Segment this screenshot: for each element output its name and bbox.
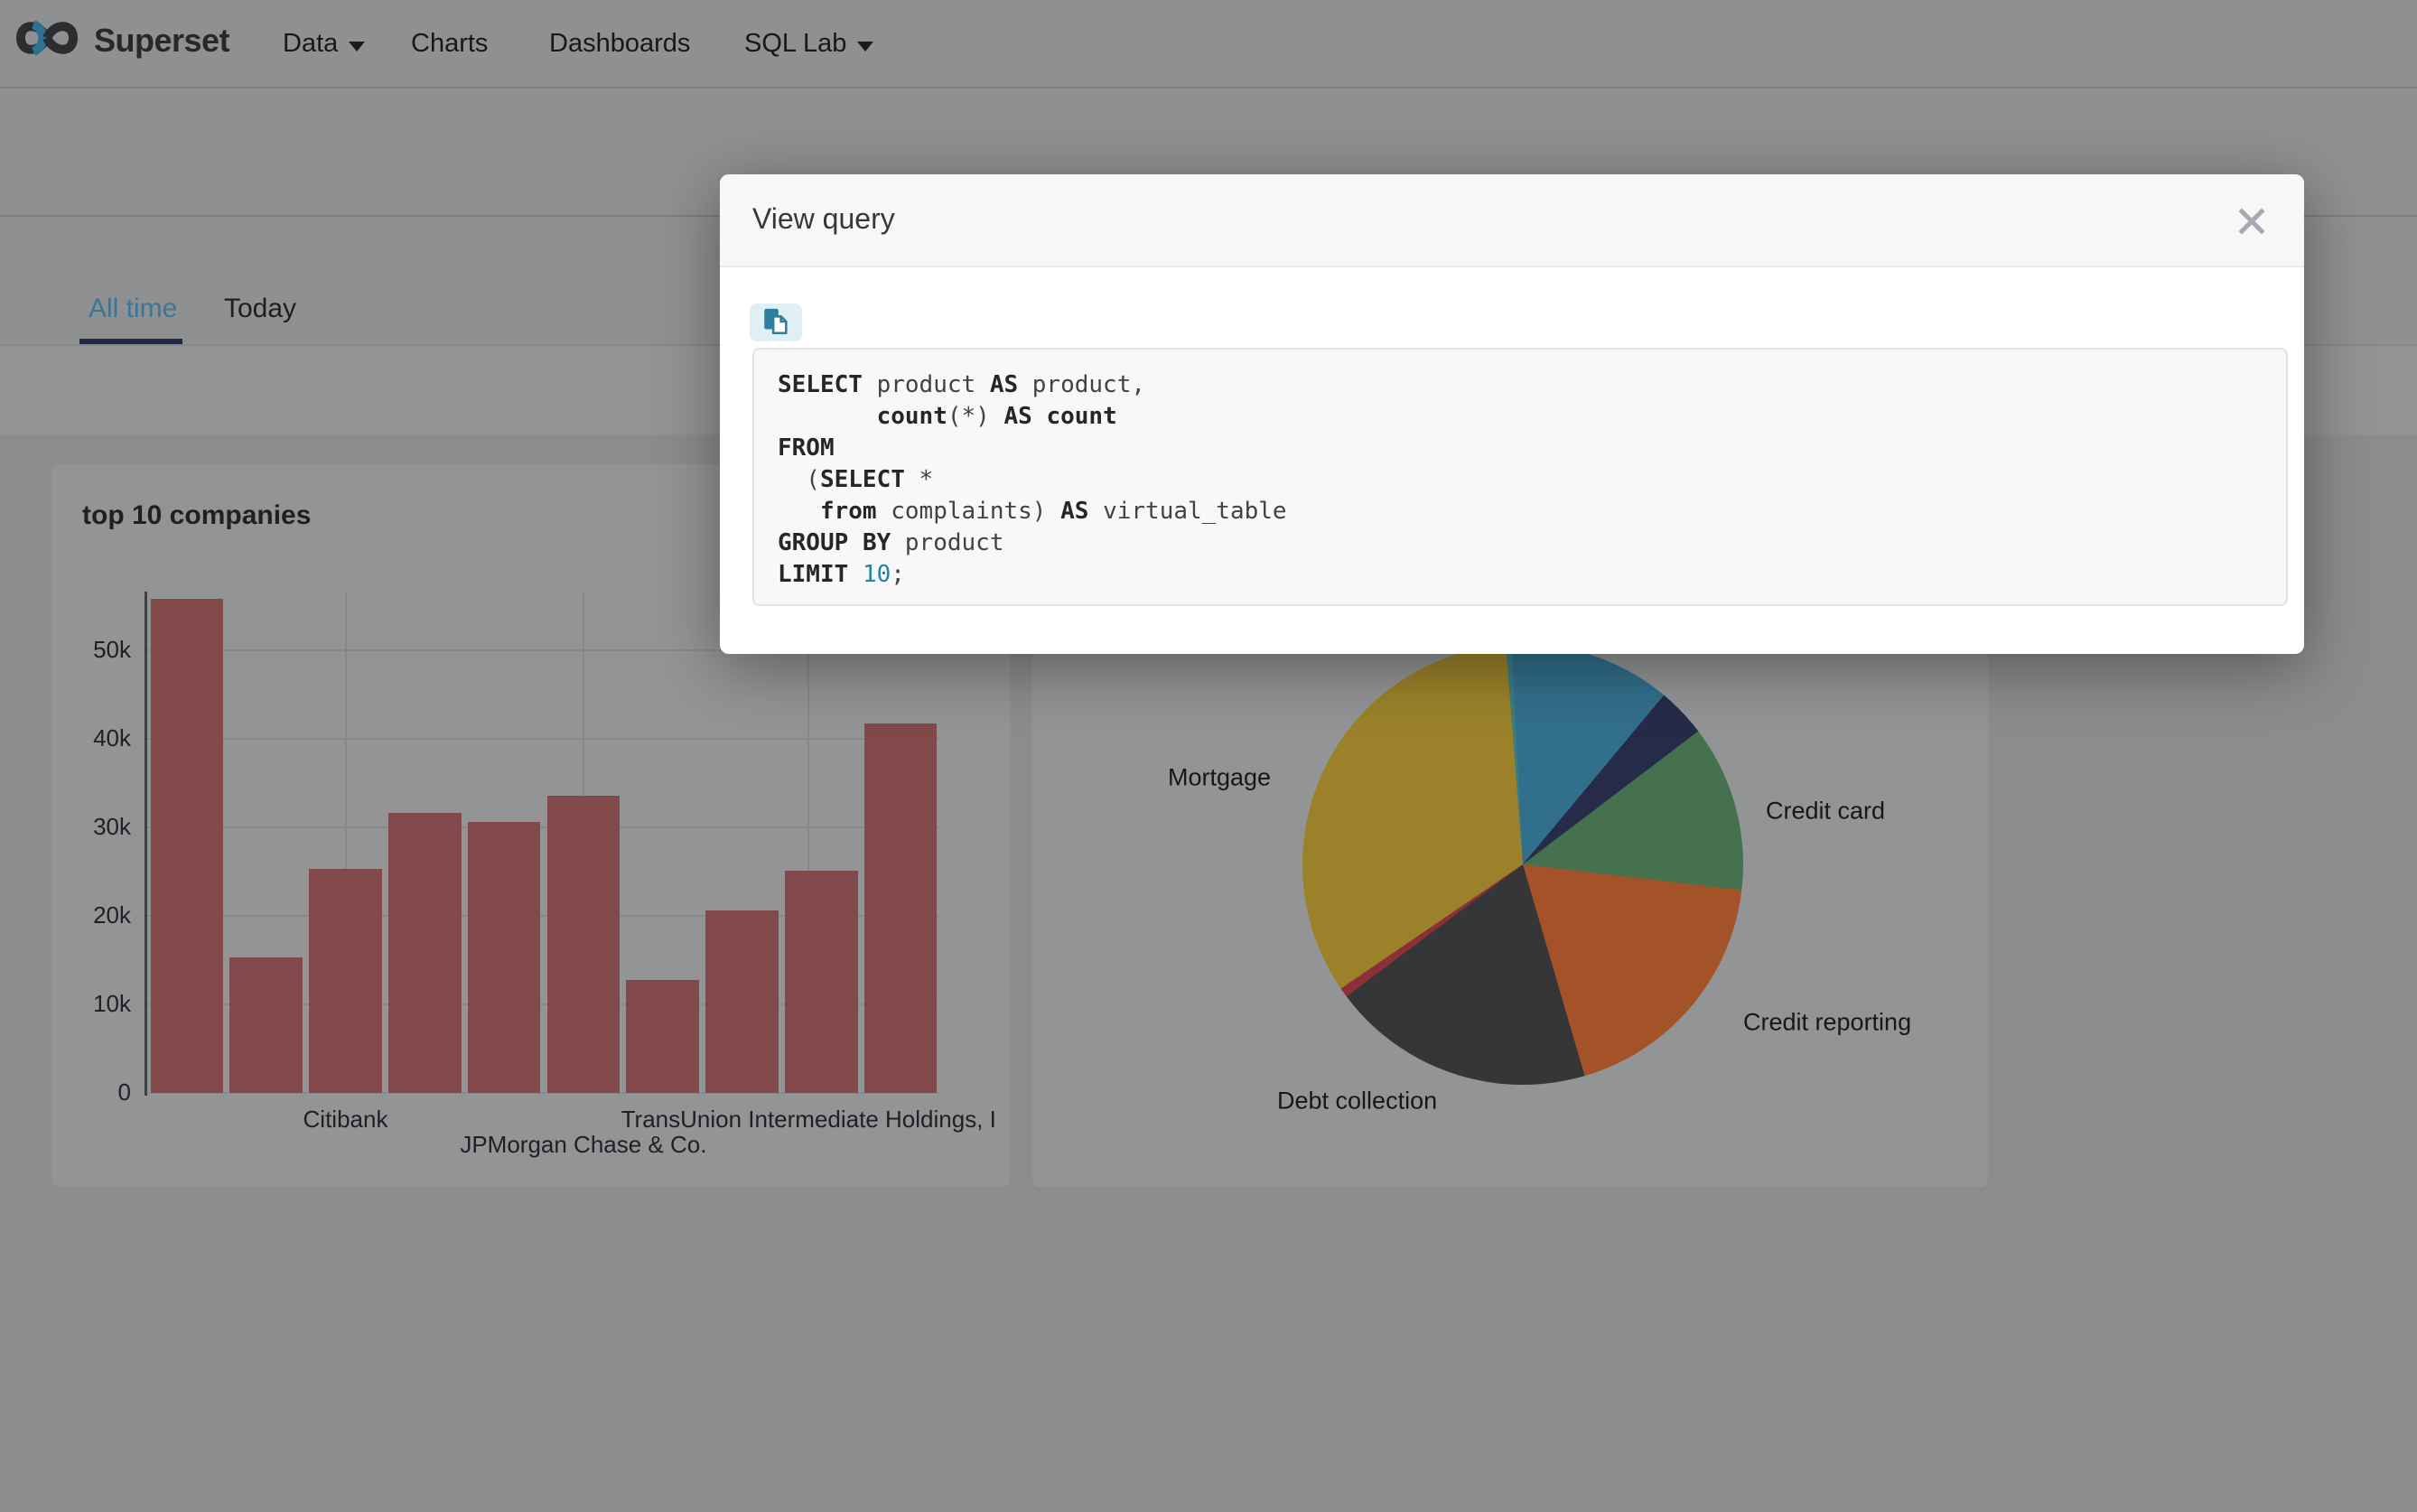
bar[interactable]	[388, 813, 462, 1093]
y-tick-label: 50k	[93, 636, 131, 664]
h-gridline	[147, 826, 940, 828]
sql-code-block: SELECT product AS product, count(*) AS c…	[752, 348, 2288, 606]
tab-all-time[interactable]: All time	[89, 294, 177, 324]
y-tick-label: 20k	[93, 901, 131, 929]
modal-title: View query	[752, 202, 895, 236]
superset-logo-icon[interactable]	[13, 18, 81, 58]
tab-today[interactable]: Today	[224, 294, 296, 324]
bar[interactable]	[626, 980, 699, 1094]
copy-query-button[interactable]	[750, 303, 802, 341]
bar[interactable]	[705, 910, 779, 1093]
y-tick-label: 40k	[93, 724, 131, 752]
view-query-modal: View query SELECT product AS product, co…	[720, 174, 2304, 654]
bar-chart-y-axis-labels: 010k20k30k40k50k	[51, 592, 136, 1093]
h-gridline	[147, 738, 940, 740]
pie-label-credit-card: Credit card	[1766, 798, 1885, 826]
navbar: Superset Data Charts Dashboards SQL Lab	[0, 0, 2417, 89]
y-tick-label: 30k	[93, 813, 131, 841]
nav-item-sql-lab[interactable]: SQL Lab	[744, 29, 873, 59]
caret-down-icon	[857, 42, 873, 51]
x-tick-label: JPMorgan Chase & Co.	[460, 1131, 706, 1159]
nav-item-data[interactable]: Data	[283, 29, 365, 59]
x-tick-label: Citibank	[303, 1106, 388, 1134]
bar[interactable]	[309, 869, 382, 1093]
caret-down-icon	[349, 42, 365, 51]
copy-icon	[761, 306, 791, 340]
nav-item-charts[interactable]: Charts	[411, 29, 488, 59]
x-tick-label: TransUnion Intermediate Holdings, I	[621, 1106, 996, 1134]
bar[interactable]	[229, 957, 303, 1093]
active-tab-underline	[79, 339, 182, 344]
bar[interactable]	[468, 822, 541, 1093]
pie-label-debt-collection: Debt collection	[1277, 1087, 1437, 1115]
y-tick-label: 10k	[93, 990, 131, 1018]
nav-item-dashboards[interactable]: Dashboards	[549, 29, 690, 59]
y-axis-line	[145, 592, 147, 1096]
y-tick-label: 0	[118, 1078, 131, 1106]
modal-header: View query	[720, 174, 2304, 267]
brand-name[interactable]: Superset	[94, 22, 229, 60]
bar[interactable]	[785, 871, 858, 1093]
bar[interactable]	[547, 796, 621, 1093]
close-icon[interactable]	[2232, 201, 2272, 241]
pie-chart[interactable]	[1302, 644, 1743, 1085]
pie-label-credit-reporting: Credit reporting	[1743, 1009, 1911, 1037]
chart-title: top 10 companies	[82, 500, 311, 531]
bar[interactable]	[151, 599, 224, 1093]
bar-chart-x-axis-labels: CitibankJPMorgan Chase & Co.TransUnion I…	[147, 1093, 940, 1174]
bar-chart-plot	[147, 592, 940, 1093]
bar[interactable]	[864, 723, 938, 1093]
pie-label-mortgage: Mortgage	[1168, 764, 1271, 792]
